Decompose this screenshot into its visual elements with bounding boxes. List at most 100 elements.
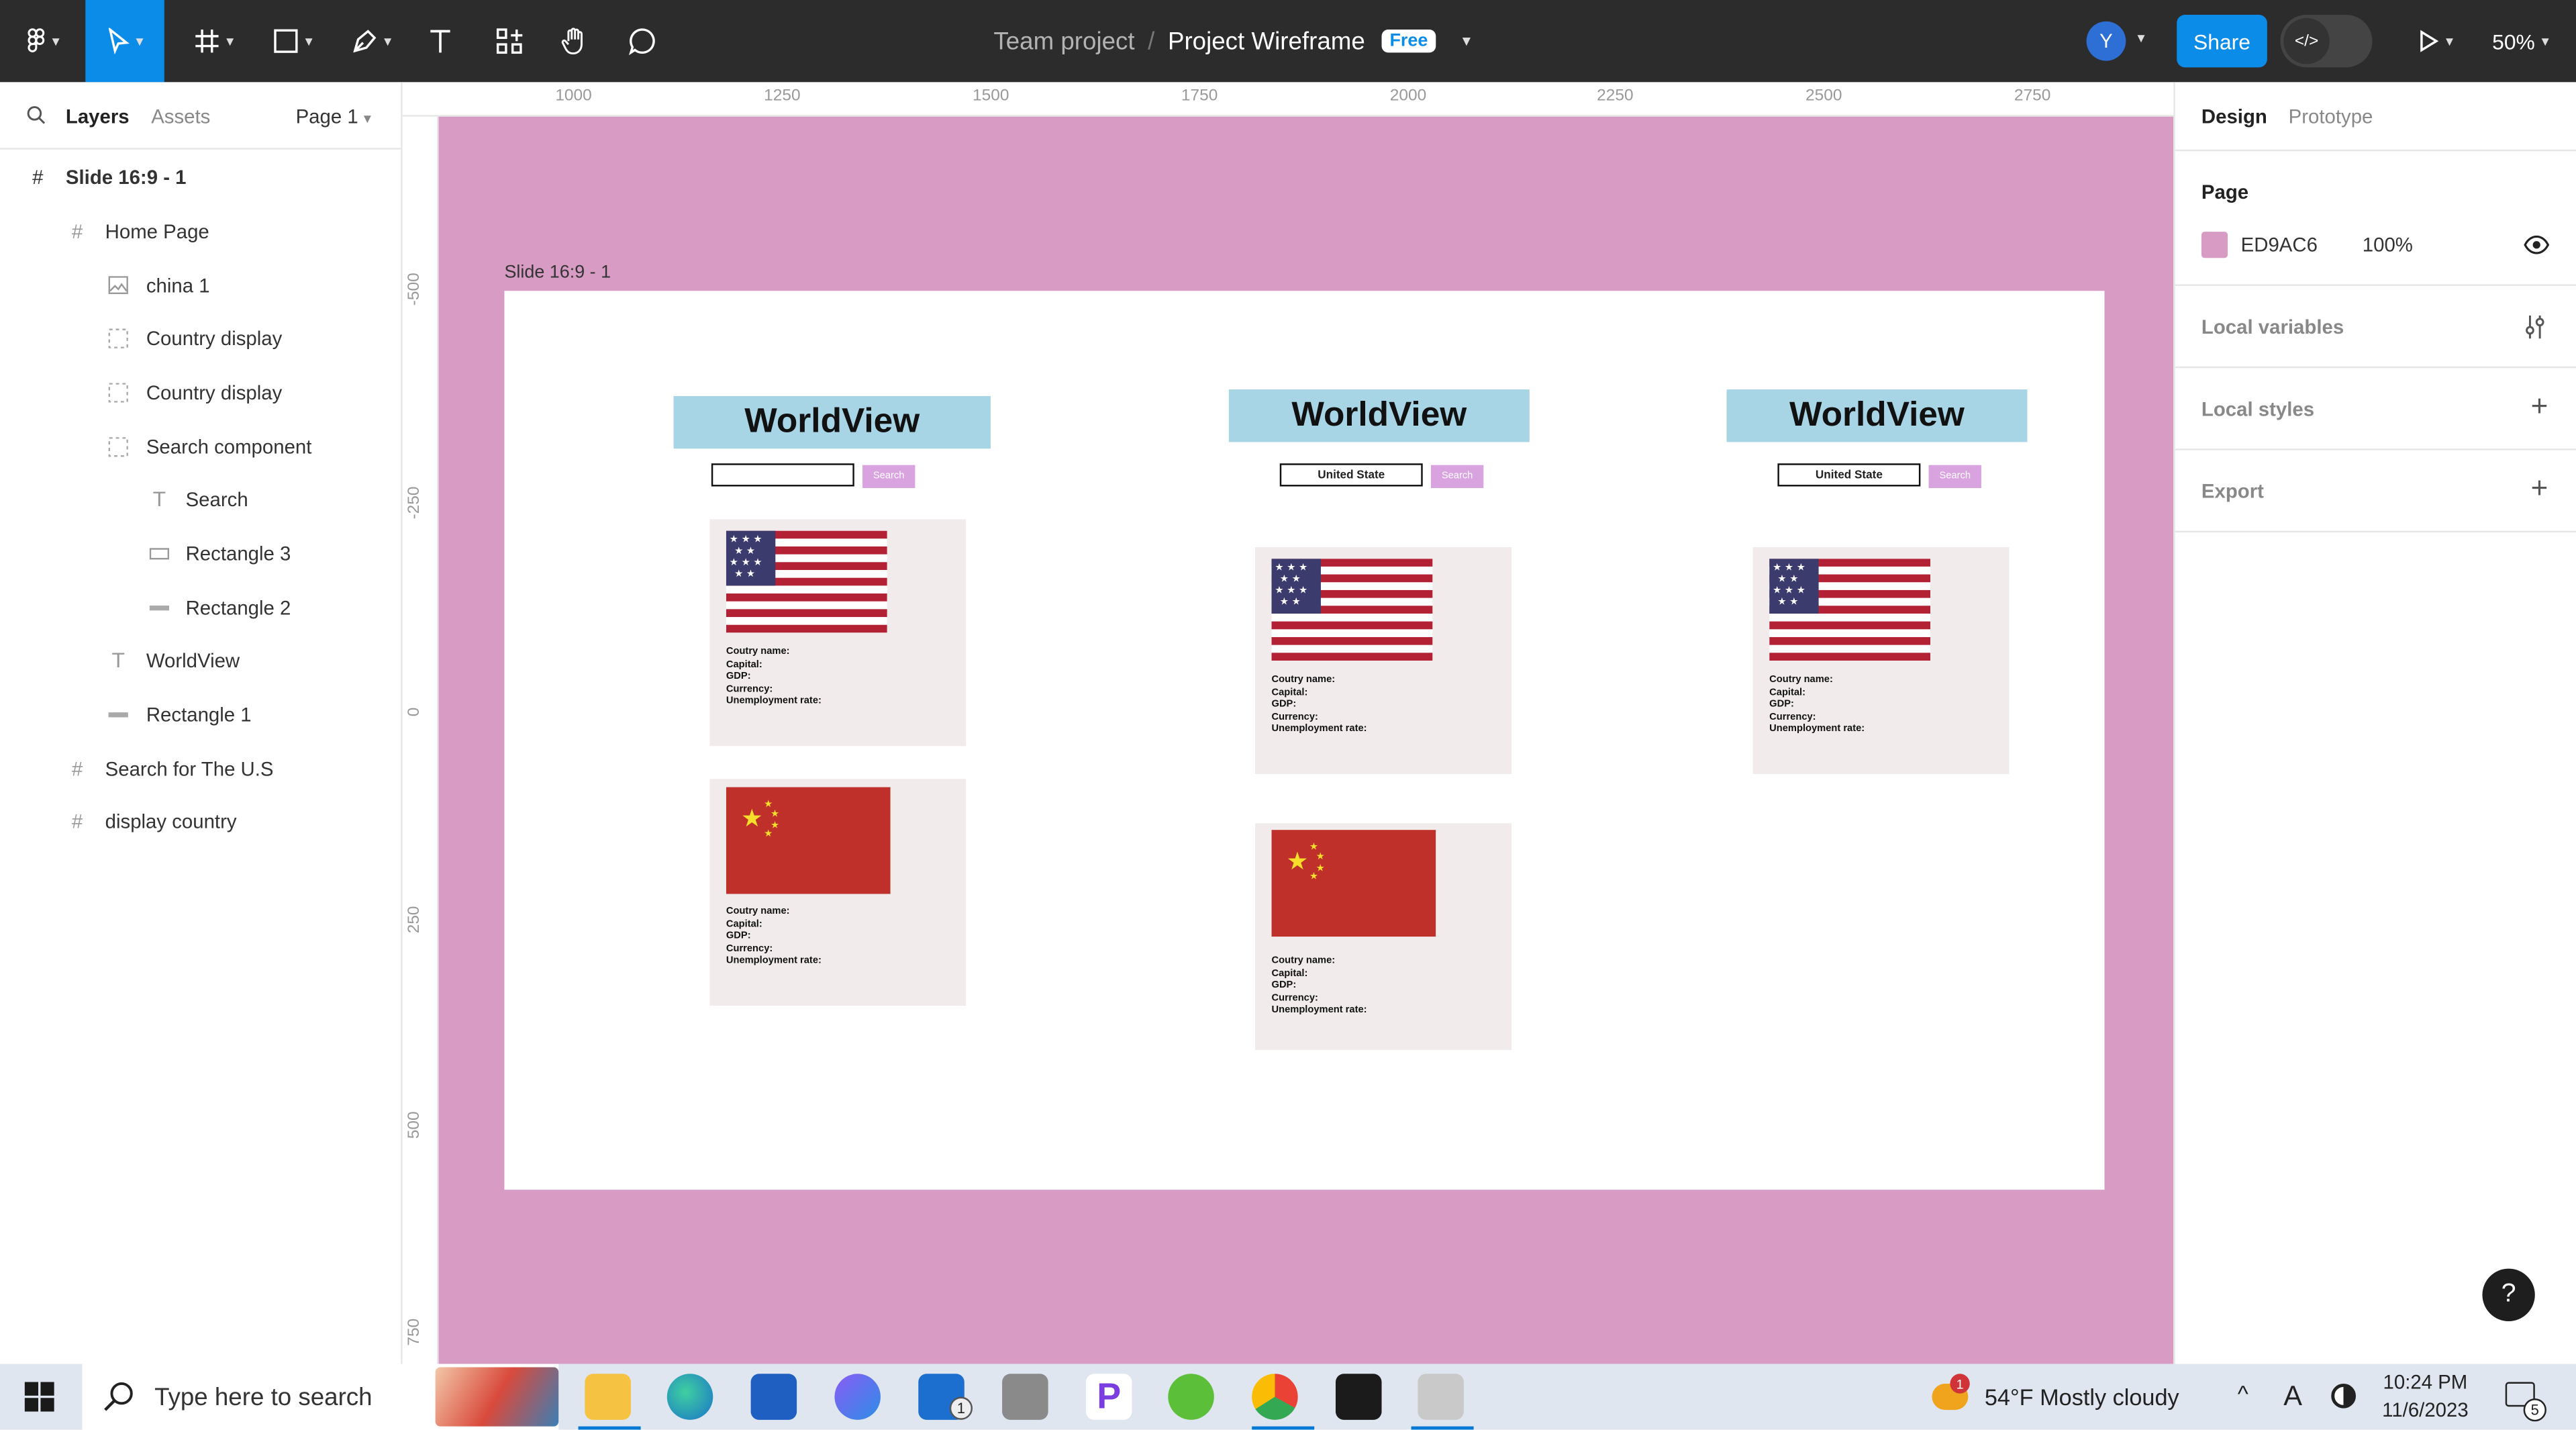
layer-display-country[interactable]: # display country [0, 794, 401, 848]
worldview-header[interactable]: WorldView [1726, 389, 2028, 442]
shape-tool-button[interactable]: ▾ [263, 0, 322, 82]
field-capital: Capital: [726, 659, 762, 670]
layer-label: WorldView [146, 648, 240, 671]
microsoft-store-icon[interactable] [750, 1374, 797, 1420]
layer-label: Country display [146, 326, 283, 350]
left-panel-tabs: Layers Assets Page 1 ▾ [0, 82, 403, 150]
chrome-icon[interactable] [1252, 1374, 1298, 1420]
project-name[interactable]: Project Wireframe [1168, 27, 1365, 55]
svg-text:★: ★ [764, 828, 773, 839]
layer-search-text[interactable]: T Search [0, 471, 401, 526]
move-tool-button[interactable]: ▾ [85, 0, 164, 83]
tab-assets[interactable]: Assets [151, 105, 210, 128]
variables-icon[interactable] [2524, 314, 2546, 340]
search-input[interactable]: United State [1777, 463, 1921, 487]
zoom-menu[interactable]: 50% ▾ [2492, 0, 2549, 82]
field-currency: Currency: [726, 944, 773, 955]
system-clock[interactable]: 10:24 PM 11/6/2023 [2382, 1369, 2469, 1425]
layer-worldview[interactable]: T WorldView [0, 632, 401, 687]
frame-tool-button[interactable]: ▾ [184, 0, 243, 82]
card-fields: Coutry name: Capital: GDP: Currency: Une… [1272, 675, 1367, 738]
worldview-header[interactable]: WorldView [673, 395, 991, 449]
hand-tool-button[interactable] [552, 0, 598, 82]
avatar[interactable]: Y [2086, 21, 2126, 61]
search-icon[interactable] [26, 105, 46, 125]
input-method[interactable]: A [2283, 1380, 2302, 1413]
active-app-indicator [1411, 1426, 1474, 1430]
slide-frame[interactable]: WorldView Search ★ ★ ★ ★ ★ ★ ★ ★ ★ ★ Coutry… [504, 291, 2105, 1190]
play-icon [2420, 30, 2438, 52]
file-explorer-icon[interactable] [585, 1374, 631, 1420]
plan-badge[interactable]: Free [1381, 30, 1436, 53]
page-color-swatch[interactable] [2201, 232, 2228, 258]
resources-button[interactable] [487, 0, 533, 82]
plus-icon[interactable]: + [2531, 471, 2548, 506]
usa-flag: ★ ★ ★ ★ ★ ★ ★ ★ ★ ★ [1769, 559, 1931, 669]
search-button[interactable]: Search [1928, 465, 1981, 488]
share-button[interactable]: Share [2177, 15, 2267, 68]
clock-date: 11/6/2023 [2382, 1398, 2469, 1422]
dev-mode-toggle[interactable]: </> [2280, 15, 2373, 68]
team-name[interactable]: Team project [993, 27, 1134, 55]
focus-assist-icon[interactable] [2331, 1383, 2357, 1409]
present-button[interactable]: ▾ [2405, 0, 2464, 82]
search-input[interactable] [711, 463, 854, 487]
windows-taskbar: Type here to search 1 P 54°F Mostly clou… [0, 1364, 2576, 1430]
green-app-icon[interactable] [1168, 1374, 1214, 1420]
local-styles-section[interactable]: Local styles + [2175, 368, 2576, 450]
field-capital: Capital: [1271, 687, 1308, 698]
layer-china-1[interactable]: china 1 [0, 258, 401, 312]
windows-start-icon[interactable] [24, 1382, 54, 1412]
layer-rectangle-3[interactable]: Rectangle 3 [0, 526, 401, 580]
card-fields: Coutry name: Capital: GDP: Currency: Une… [1272, 957, 1367, 1019]
svg-text:★ ★ ★: ★ ★ ★ [730, 534, 762, 545]
remote-desktop-icon[interactable] [1418, 1374, 1464, 1420]
tab-prototype[interactable]: Prototype [2289, 105, 2373, 128]
lock-app-icon[interactable] [1002, 1374, 1048, 1420]
frame-label[interactable]: Slide 16:9 - 1 [504, 263, 611, 283]
plus-icon[interactable]: + [2531, 389, 2548, 424]
local-variables-section[interactable]: Local variables [2175, 286, 2576, 369]
main-menu-button[interactable]: ▾ [13, 0, 72, 82]
export-section[interactable]: Export + [2175, 450, 2576, 533]
webex-icon[interactable] [1335, 1374, 1382, 1420]
search-button[interactable]: Search [1430, 465, 1484, 488]
comment-tool-button[interactable] [620, 0, 666, 82]
pen-icon [352, 30, 376, 53]
text-tool-button[interactable] [417, 0, 464, 82]
line-icon [107, 702, 130, 725]
layer-search-component[interactable]: Search component [0, 419, 401, 473]
layer-country-display[interactable]: Country display [0, 365, 401, 419]
worldview-header[interactable]: WorldView [1228, 389, 1530, 442]
layer-slide[interactable]: # Slide 16:9 - 1 [0, 150, 401, 204]
edge-browser-icon[interactable] [666, 1374, 713, 1420]
help-button[interactable]: ? [2482, 1268, 2535, 1321]
chevron-up-icon[interactable]: ^ [2238, 1380, 2248, 1407]
tab-design[interactable]: Design [2201, 105, 2267, 128]
page-color-hex[interactable]: ED9AC6 [2241, 234, 2318, 256]
page-opacity[interactable]: 100% [2363, 234, 2413, 256]
picsart-icon[interactable]: P [1085, 1374, 1132, 1420]
page-selector[interactable]: Page 1 ▾ [296, 105, 371, 128]
country-card-usa: ★ ★ ★ ★ ★ ★ ★ ★ ★ ★ Coutry name: Capital: G… [1255, 547, 1512, 774]
search-input[interactable]: United State [1279, 463, 1423, 487]
search-button[interactable]: Search [862, 465, 915, 488]
layer-country-display[interactable]: Country display [0, 311, 401, 365]
properties-panel: Design Prototype Page ED9AC6 100% Local … [2173, 82, 2576, 1364]
layer-rectangle-2[interactable]: Rectangle 2 [0, 580, 401, 634]
tab-layers[interactable]: Layers [66, 105, 130, 128]
layer-home-page[interactable]: # Home Page [0, 204, 401, 258]
layer-rectangle-1[interactable]: Rectangle 1 [0, 687, 401, 741]
copilot-icon[interactable] [834, 1374, 881, 1420]
layer-search-for-us[interactable]: # Search for The U.S [0, 741, 401, 796]
usa-flag-image: ★ ★ ★★ ★★ ★ ★★ ★ [1271, 559, 1433, 661]
taskbar-search[interactable]: Type here to search [82, 1364, 559, 1430]
chevron-down-icon[interactable]: ▾ [2137, 30, 2144, 48]
field-currency: Currency: [1271, 712, 1318, 723]
chevron-down-icon[interactable]: ▾ [1463, 32, 1471, 50]
pen-tool-button[interactable]: ▾ [342, 0, 401, 82]
svg-text:★: ★ [1316, 851, 1325, 862]
chevron-down-icon: ▾ [226, 32, 234, 49]
comment-icon [628, 28, 655, 56]
eye-icon[interactable] [2524, 235, 2550, 254]
